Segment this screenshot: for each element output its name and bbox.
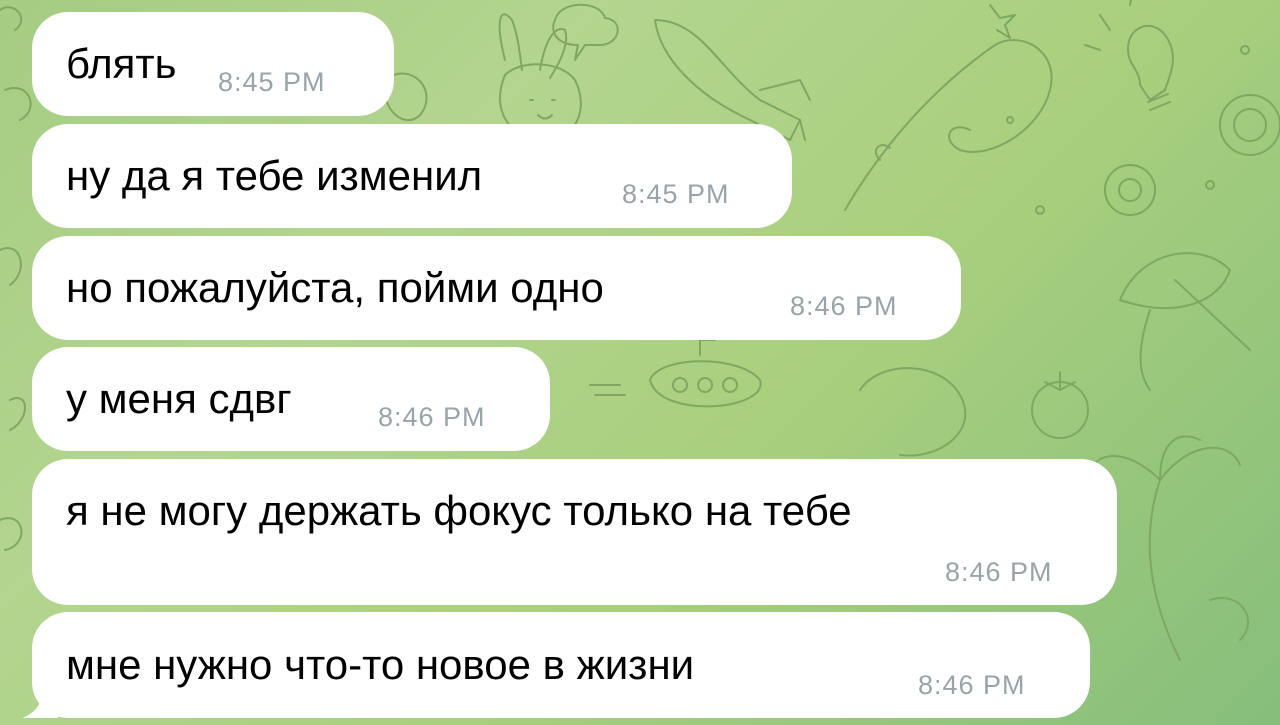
message-text: ну да я тебе изменил [66, 152, 483, 199]
message-timestamp: 8:45 PM [218, 67, 326, 97]
message-timestamp: 8:46 PM [790, 291, 898, 321]
message-bubble[interactable]: но пожалуйста, пойми одно 8:46 PM [32, 236, 961, 340]
message-timestamp: 8:45 PM [622, 179, 730, 209]
message-bubble[interactable]: мне нужно что-то новое в жизни 8:46 PM [32, 612, 1090, 718]
message-bubble[interactable]: у меня сдвг 8:46 PM [32, 347, 550, 451]
message-timestamp: 8:46 PM [918, 670, 1026, 700]
message-bubble[interactable]: блять 8:45 PM [32, 12, 394, 116]
message-timestamp: 8:46 PM [378, 402, 486, 432]
message-text: мне нужно что-то новое в жизни [66, 641, 695, 688]
message-text: но пожалуйста, пойми одно [66, 264, 604, 311]
message-bubble[interactable]: ну да я тебе изменил 8:45 PM [32, 124, 792, 228]
message-text: у меня сдвг [66, 375, 292, 422]
message-tail [22, 690, 58, 718]
message-text: блять [66, 40, 177, 87]
message-text: я не могу держать фокус только на тебе [66, 487, 852, 534]
message-bubble[interactable]: я не могу держать фокус только на тебе 8… [32, 459, 1117, 605]
message-timestamp: 8:46 PM [945, 557, 1053, 587]
chat-view: блять 8:45 PM ну да я тебе изменил 8:45 … [0, 0, 1280, 725]
